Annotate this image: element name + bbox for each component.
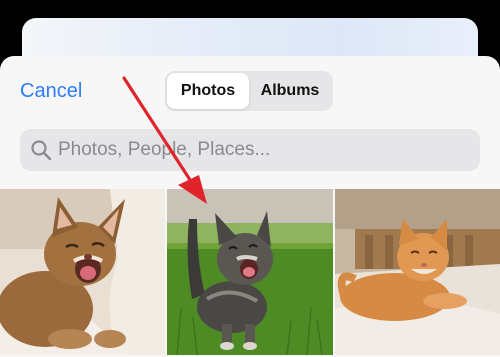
view-segmented-control: Photos Albums xyxy=(165,71,333,111)
orange-cat-photo-image xyxy=(335,189,500,355)
cat-photo-image xyxy=(0,189,165,355)
search-field[interactable] xyxy=(20,129,480,171)
photo-picker-sheet: Cancel Photos Albums xyxy=(0,56,500,357)
photo-thumbnail[interactable] xyxy=(0,189,165,355)
photo-grid xyxy=(0,189,500,357)
cancel-button[interactable]: Cancel xyxy=(20,80,82,103)
kitten-photo-image xyxy=(167,189,333,355)
photo-thumbnail[interactable] xyxy=(167,189,333,355)
photo-thumbnail[interactable] xyxy=(335,189,500,355)
screen: Cancel Photos Albums xyxy=(0,0,500,357)
search-icon xyxy=(31,140,52,161)
tab-albums[interactable]: Albums xyxy=(249,73,331,109)
search-input[interactable] xyxy=(58,139,458,161)
tab-photos[interactable]: Photos xyxy=(167,73,249,109)
